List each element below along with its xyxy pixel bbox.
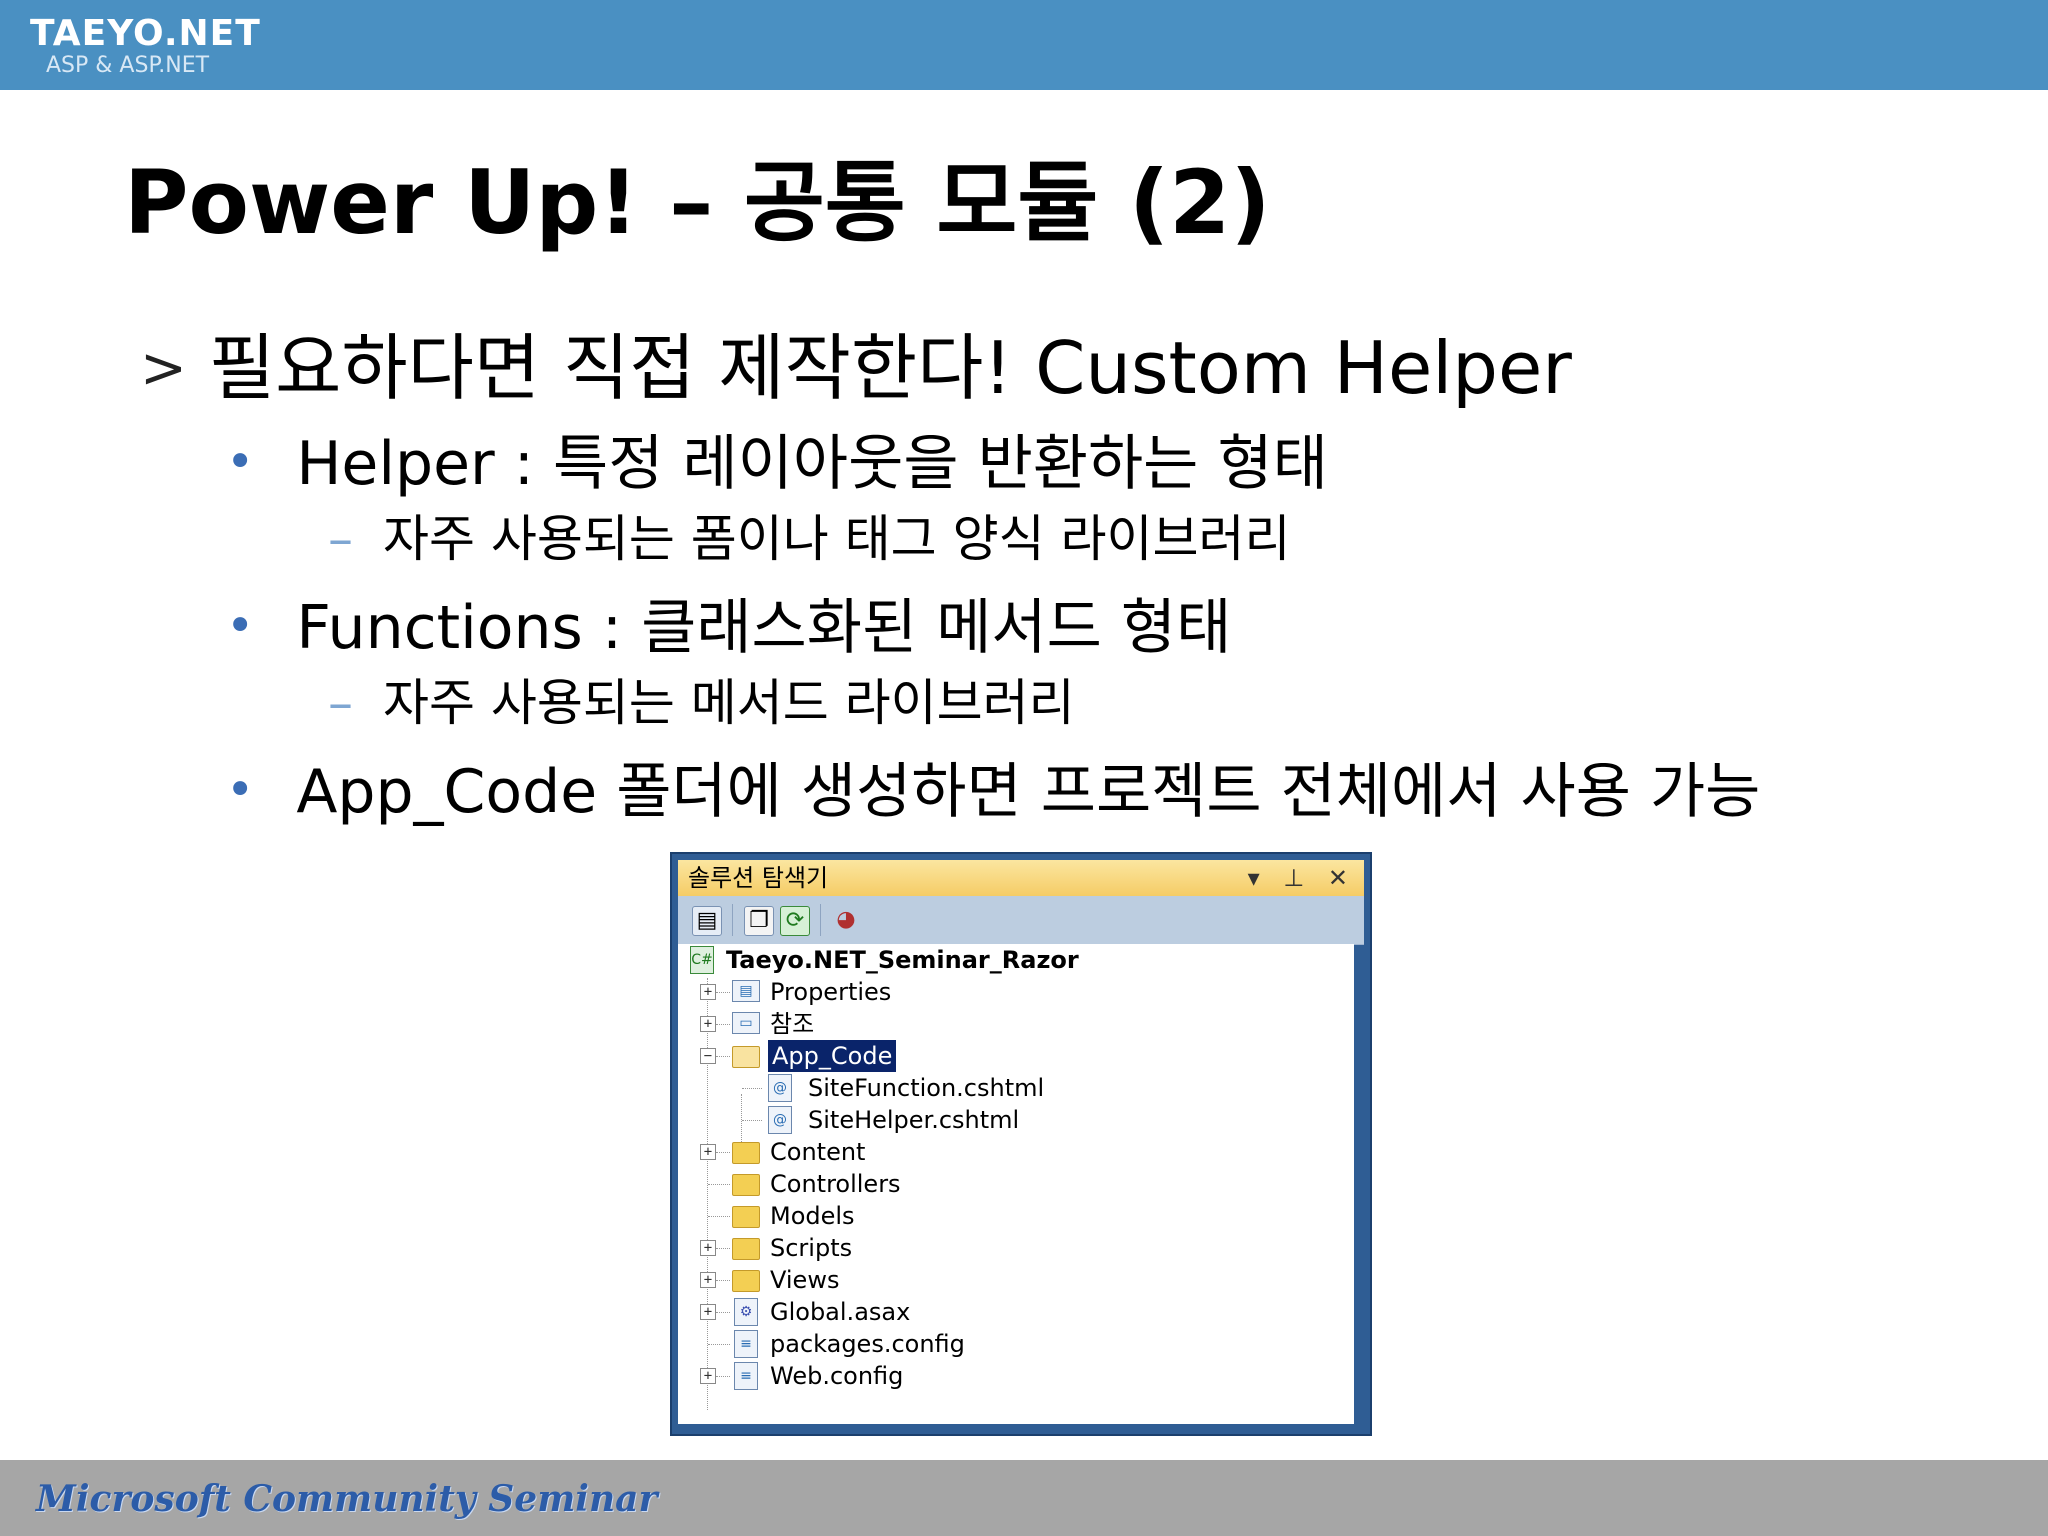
bullet-marker: • bbox=[226, 434, 255, 490]
tree-line bbox=[716, 1280, 730, 1281]
project-icon: C# bbox=[690, 946, 714, 974]
toolbar-separator bbox=[732, 904, 733, 936]
tree-line bbox=[742, 1088, 762, 1089]
folder-icon bbox=[732, 1174, 760, 1196]
tree-item-label: Controllers bbox=[770, 1170, 901, 1198]
tree-line bbox=[708, 1216, 730, 1217]
collapse-icon[interactable]: − bbox=[700, 1048, 716, 1064]
properties-icon[interactable]: ▤ bbox=[692, 906, 722, 936]
expand-icon[interactable]: + bbox=[700, 1144, 716, 1160]
config-file-icon: ≡ bbox=[734, 1362, 758, 1390]
solution-explorer-title: 솔루션 탐색기 bbox=[688, 864, 829, 892]
tree-line bbox=[716, 1056, 730, 1057]
sub-bullet-marker: – bbox=[328, 510, 353, 568]
solution-explorer-toolbar: ▤ ❐ ⟳ ◕ bbox=[678, 896, 1364, 945]
slide-title: Power Up! – 공통 모듈 (2) bbox=[124, 151, 1271, 254]
solution-tree: C# Taeyo.NET_Seminar_Razor + ▤ Propertie… bbox=[678, 944, 1354, 1424]
tree-line bbox=[716, 1312, 730, 1313]
sub-bullet-marker: – bbox=[328, 674, 353, 732]
tree-line bbox=[716, 1376, 730, 1377]
expand-icon[interactable]: + bbox=[700, 1240, 716, 1256]
tree-item-label: packages.config bbox=[770, 1330, 965, 1358]
class-diagram-icon[interactable]: ◕ bbox=[832, 906, 860, 934]
refresh-icon[interactable]: ⟳ bbox=[780, 906, 810, 936]
folder-icon bbox=[732, 1270, 760, 1292]
sub-bullet-functions: – 자주 사용되는 메서드 라이브러리 bbox=[328, 668, 1075, 738]
heading-marker: > bbox=[140, 336, 187, 401]
tree-item-label: SiteHelper.cshtml bbox=[808, 1106, 1020, 1134]
expand-icon[interactable]: + bbox=[700, 1304, 716, 1320]
bullet-marker: • bbox=[226, 762, 255, 818]
window-controls[interactable]: ▾ ⊥ ✕ bbox=[1248, 860, 1356, 896]
bullet-app-code: • App_Code 폴더에 생성하면 프로젝트 전체에서 사용 가능 bbox=[226, 750, 1760, 832]
bullet-text: Functions : 클래스화된 메서드 형태 bbox=[296, 593, 1232, 663]
open-folder-icon bbox=[732, 1046, 760, 1068]
cshtml-file-icon: @ bbox=[768, 1106, 792, 1134]
project-name: Taeyo.NET_Seminar_Razor bbox=[726, 946, 1079, 974]
bullet-functions: • Functions : 클래스화된 메서드 형태 bbox=[226, 586, 1231, 668]
tree-line bbox=[716, 992, 730, 993]
tree-item-label: Global.asax bbox=[770, 1298, 911, 1326]
folder-icon bbox=[732, 1238, 760, 1260]
tree-item-label: Properties bbox=[770, 978, 892, 1006]
properties-folder-icon: ▤ bbox=[732, 980, 760, 1002]
asax-file-icon: ⚙ bbox=[734, 1298, 758, 1326]
config-file-icon: ≡ bbox=[734, 1330, 758, 1358]
heading-text: 필요하다면 직접 제작한다! Custom Helper bbox=[208, 326, 1572, 410]
logo-subtitle: ASP & ASP.NET bbox=[46, 53, 210, 78]
expand-icon[interactable]: + bbox=[700, 1272, 716, 1288]
site-logo: TAEYO.NET ASP & ASP.NET bbox=[30, 14, 261, 78]
sub-bullet-helper: – 자주 사용되는 폼이나 태그 양식 라이브러리 bbox=[328, 504, 1290, 574]
tree-item-label: Web.config bbox=[770, 1362, 904, 1390]
references-icon: ▭ bbox=[732, 1012, 760, 1034]
bullet-helper: • Helper : 특정 레이아웃을 반환하는 형태 bbox=[226, 422, 1328, 504]
show-all-files-icon[interactable]: ❐ bbox=[744, 906, 774, 936]
tree-line bbox=[716, 1024, 730, 1025]
toolbar-separator bbox=[820, 904, 821, 936]
solution-explorer-window: 솔루션 탐색기 ▾ ⊥ ✕ ▤ ❐ ⟳ ◕ C# Taeyo.NET_Semin… bbox=[670, 852, 1372, 1436]
tree-item-label: Content bbox=[770, 1138, 866, 1166]
folder-icon bbox=[732, 1142, 760, 1164]
tree-line bbox=[716, 1248, 730, 1249]
slide-heading: > 필요하다면 직접 제작한다! Custom Helper bbox=[140, 318, 1572, 419]
footer-band: Microsoft Community Seminar bbox=[0, 1460, 2048, 1536]
tree-item-label: Scripts bbox=[770, 1234, 853, 1262]
expand-icon[interactable]: + bbox=[700, 984, 716, 1000]
tree-item-label: Views bbox=[770, 1266, 840, 1294]
header-band: TAEYO.NET ASP & ASP.NET bbox=[0, 0, 2048, 90]
tree-item-label: Models bbox=[770, 1202, 855, 1230]
bullet-text: App_Code 폴더에 생성하면 프로젝트 전체에서 사용 가능 bbox=[296, 757, 1761, 827]
tree-item-label: SiteFunction.cshtml bbox=[808, 1074, 1045, 1102]
tree-line bbox=[716, 1152, 730, 1153]
tree-item-label: 참조 bbox=[770, 1010, 815, 1038]
bullet-text: Helper : 특정 레이아웃을 반환하는 형태 bbox=[296, 429, 1328, 499]
tree-line bbox=[707, 978, 708, 1410]
logo-title: TAEYO.NET bbox=[30, 13, 261, 54]
sub-bullet-text: 자주 사용되는 메서드 라이브러리 bbox=[383, 674, 1075, 732]
bullet-marker: • bbox=[226, 598, 255, 654]
expand-icon[interactable]: + bbox=[700, 1368, 716, 1384]
expand-icon[interactable]: + bbox=[700, 1016, 716, 1032]
tree-line bbox=[708, 1344, 730, 1345]
folder-icon bbox=[732, 1206, 760, 1228]
tree-line bbox=[708, 1184, 730, 1185]
sub-bullet-text: 자주 사용되는 폼이나 태그 양식 라이브러리 bbox=[383, 510, 1291, 568]
tree-item-label: App_Code bbox=[766, 1039, 898, 1073]
footer-text: Microsoft Community Seminar bbox=[36, 1478, 658, 1520]
cshtml-file-icon: @ bbox=[768, 1074, 792, 1102]
solution-explorer-titlebar: 솔루션 탐색기 ▾ ⊥ ✕ bbox=[678, 860, 1364, 896]
tree-line bbox=[742, 1120, 762, 1121]
